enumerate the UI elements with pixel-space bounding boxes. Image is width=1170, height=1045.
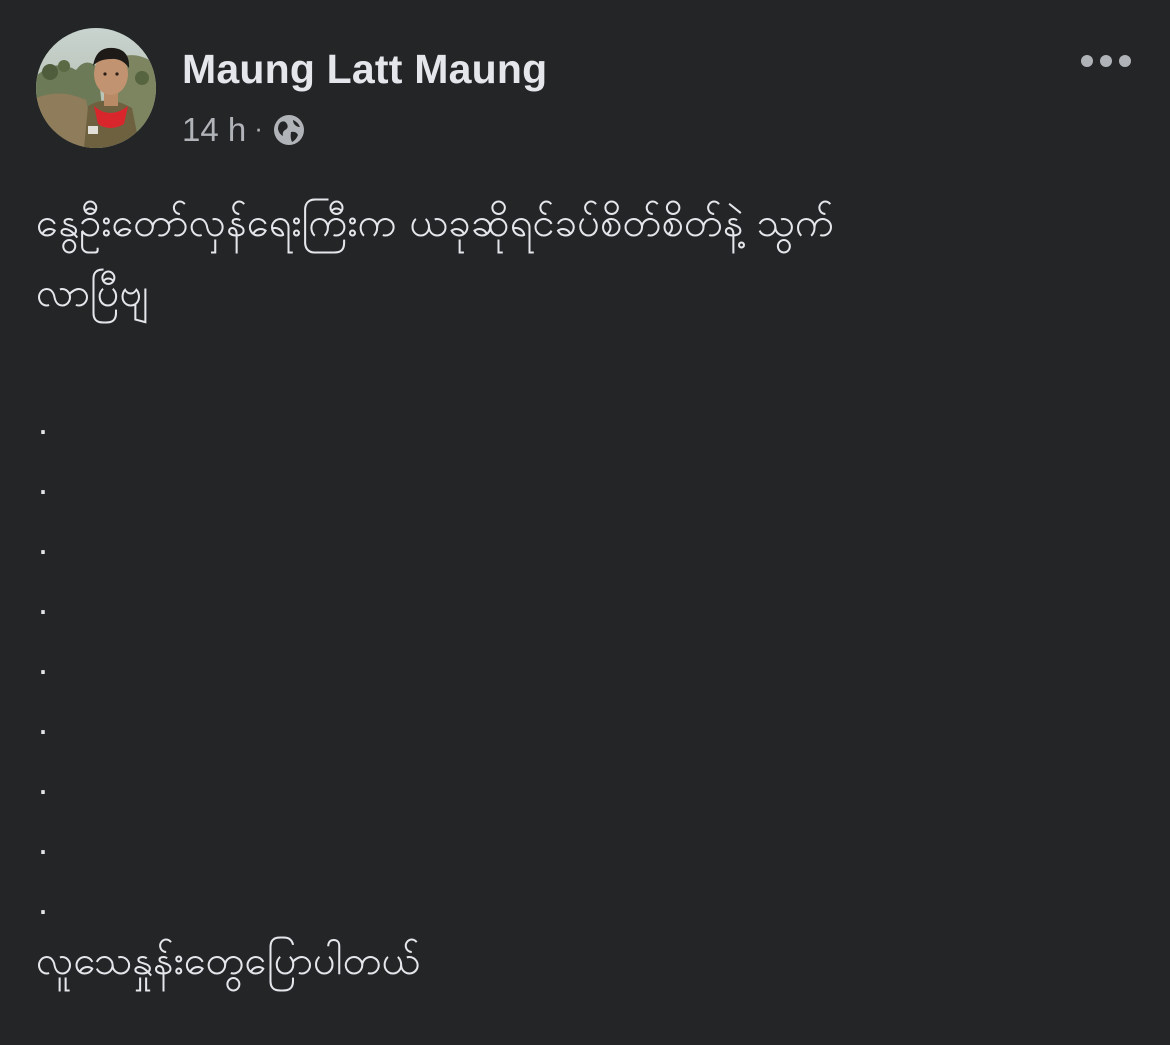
post-header: Maung Latt Maung 14 h · bbox=[36, 28, 1136, 152]
post-text-line: နွေဦးတော်လှန်ရေးကြီးက ယခုဆိုရင်ခပ်စိတ်စိ… bbox=[36, 200, 835, 246]
dot-line: . bbox=[38, 581, 49, 622]
dot-line: . bbox=[38, 761, 49, 802]
dot-line: . bbox=[38, 401, 49, 442]
globe-icon[interactable] bbox=[271, 112, 307, 148]
dot-line: . bbox=[38, 461, 49, 502]
dot-line: . bbox=[38, 701, 49, 742]
post-timestamp[interactable]: 14 h bbox=[182, 111, 246, 149]
dot-line: . bbox=[38, 881, 49, 922]
post-text-line: လူသေနှုန်းတွေပြောပါတယ် bbox=[36, 938, 421, 984]
more-options-button[interactable] bbox=[1076, 46, 1136, 76]
author-name[interactable]: Maung Latt Maung bbox=[182, 46, 547, 93]
dot-list: . . . . . . . . . bbox=[36, 392, 76, 932]
profile-photo-icon bbox=[36, 28, 156, 148]
post-text-line: လာပြီဗျ bbox=[36, 270, 149, 316]
more-options-icon bbox=[1081, 55, 1131, 67]
post-message: နွေဦးတော်လှန်ရေးကြီးက ယခုဆိုရင်ခပ်စိတ်စိ… bbox=[36, 188, 1126, 328]
post-meta: 14 h · bbox=[182, 110, 307, 150]
post-card: Maung Latt Maung 14 h · နွေဦးတော်လှန်ရေး… bbox=[0, 0, 1170, 1045]
avatar[interactable] bbox=[36, 28, 156, 148]
dot-line: . bbox=[38, 521, 49, 562]
meta-separator: · bbox=[254, 112, 263, 143]
dot-line: . bbox=[38, 641, 49, 682]
dot-line: . bbox=[38, 821, 49, 862]
